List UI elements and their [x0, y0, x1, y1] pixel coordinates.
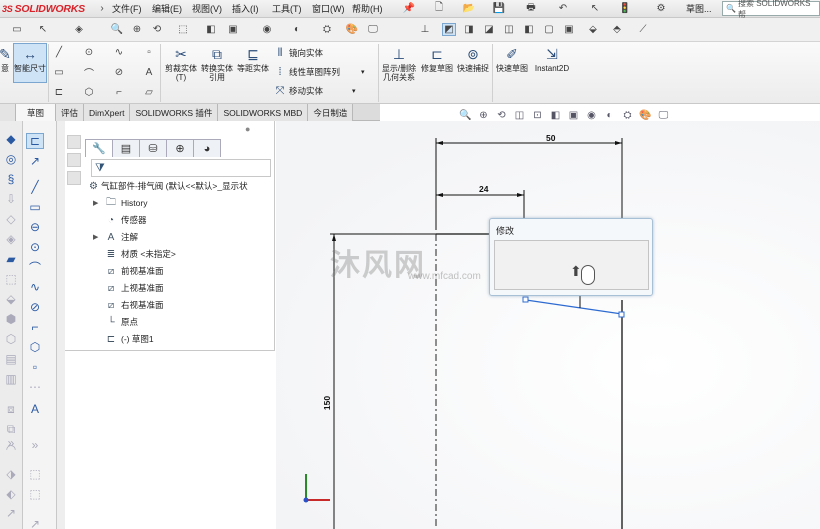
sketch-endpoint[interactable]	[522, 296, 529, 303]
dimension-label-50[interactable]: 50	[546, 133, 555, 143]
arrowhead	[615, 141, 622, 145]
modify-dialog[interactable]: 修改 ⬆	[489, 218, 653, 296]
dimension-label-150[interactable]: 150	[322, 396, 332, 410]
modify-dialog-title: 修改	[496, 226, 515, 236]
mouse-icon	[581, 265, 595, 285]
arrowhead	[517, 193, 524, 197]
dimension-label-24[interactable]: 24	[479, 184, 488, 194]
cursor-icon: ⬆	[570, 263, 582, 279]
arrowhead	[436, 193, 443, 197]
sketch-endpoint[interactable]	[618, 311, 625, 318]
origin-point	[303, 497, 309, 503]
watermark-url: www.mfcad.com	[408, 271, 481, 282]
selected-sketch-line[interactable]	[525, 299, 623, 315]
arrowhead	[436, 141, 443, 145]
